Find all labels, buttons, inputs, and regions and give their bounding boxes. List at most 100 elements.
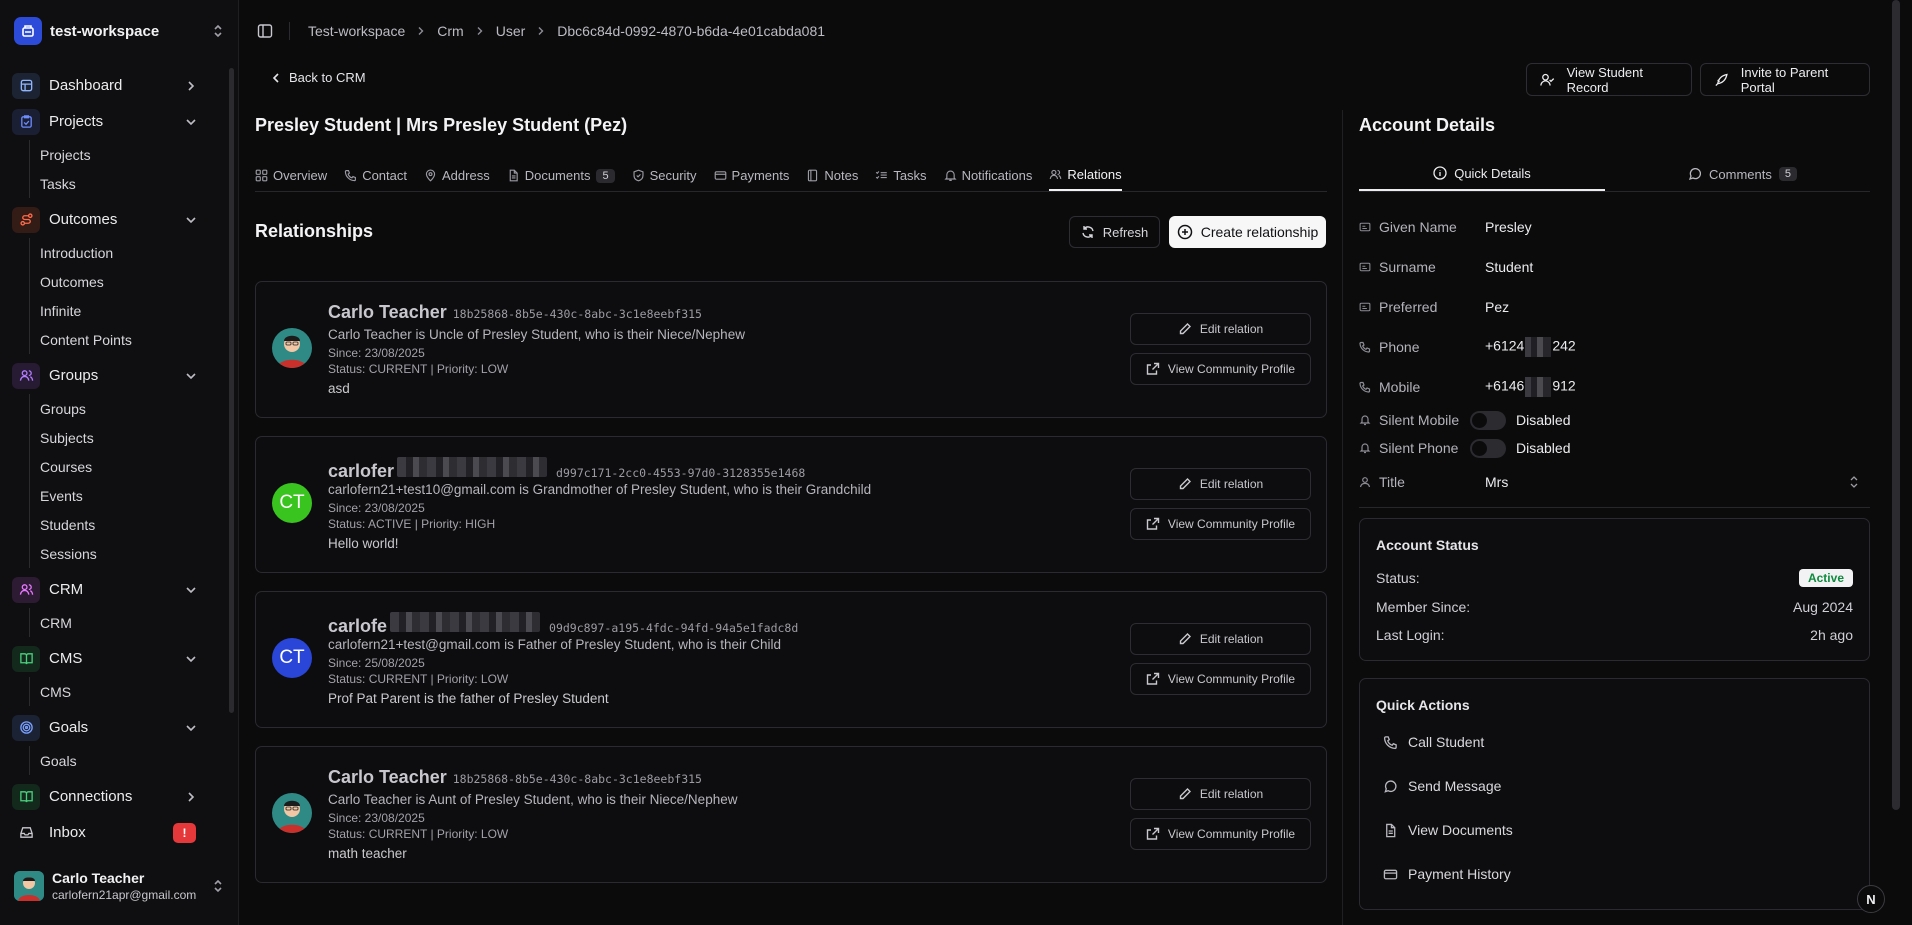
sidebar-item-crm[interactable]: CRM (12, 575, 212, 604)
title-select[interactable]: Mrs (1485, 474, 1859, 490)
mobile-label: Mobile (1379, 379, 1421, 395)
page-scrollbar[interactable] (1892, 0, 1900, 810)
sidebar-subitem-sessions[interactable]: Sessions (40, 539, 212, 568)
avatar[interactable]: CT (272, 638, 312, 678)
sidebar-subitem-projects[interactable]: Projects (40, 140, 212, 169)
quick-action-call-student[interactable]: Call Student (1383, 734, 1484, 750)
tab-notifications[interactable]: Notifications (943, 160, 1032, 191)
view-community-profile-button[interactable]: View Community Profile (1130, 818, 1311, 850)
pencil-icon (1179, 323, 1191, 335)
sidebar-subitem-subjects[interactable]: Subjects (40, 423, 212, 452)
relation-since: Since: 23/08/2025 (328, 501, 425, 515)
edit-relation-button[interactable]: Edit relation (1130, 778, 1311, 810)
sidebar-subitem-goals[interactable]: Goals (40, 746, 212, 775)
quick-action-payment-history[interactable]: Payment History (1383, 866, 1511, 882)
quick-actions-title: Quick Actions (1376, 697, 1470, 713)
sidebar-item-label: Outcomes (49, 211, 118, 228)
silent-mobile-toggle[interactable] (1470, 410, 1506, 430)
sidebar-subitem-introduction[interactable]: Introduction (40, 238, 212, 267)
tab-notes[interactable]: Notes (806, 160, 858, 191)
chevron-right-icon[interactable] (184, 790, 198, 804)
dashboard-icon (20, 79, 32, 92)
clipboard-check-icon-wrap (12, 108, 40, 135)
sidebar-subitem-infinite[interactable]: Infinite (40, 296, 212, 325)
edit-relation-button[interactable]: Edit relation (1130, 313, 1311, 345)
avatar[interactable] (272, 328, 312, 368)
sidebar-item-connections[interactable]: Connections (12, 782, 212, 811)
field-label: Given Name (1379, 219, 1457, 235)
quick-action-send-message[interactable]: Send Message (1383, 778, 1501, 794)
breadcrumb-item[interactable]: User (496, 23, 526, 39)
member-since-value: Aug 2024 (1793, 599, 1853, 615)
sidebar-subitem-crm[interactable]: CRM (40, 608, 212, 637)
sidebar-item-cms[interactable]: CMS (12, 644, 212, 673)
chevron-left-icon (272, 72, 279, 83)
view-student-record-button[interactable]: View Student Record (1526, 63, 1692, 96)
tab-quick-details[interactable]: Quick Details (1359, 157, 1605, 191)
sidebar-subitem-groups[interactable]: Groups (40, 394, 212, 423)
chevron-down-icon[interactable] (184, 652, 198, 666)
breadcrumb-item[interactable]: Crm (437, 23, 463, 39)
user-menu[interactable]: Carlo Teacher carlofern21apr@gmail.com (14, 868, 224, 904)
view-community-profile-button[interactable]: View Community Profile (1130, 663, 1311, 695)
tab-payments[interactable]: Payments (714, 160, 789, 191)
sidebar-toggle-icon[interactable] (257, 23, 273, 39)
sidebar-item-outcomes[interactable]: Outcomes (12, 205, 212, 234)
sidebar-item-inbox[interactable]: Inbox! (12, 818, 212, 847)
sidebar-item-groups[interactable]: Groups (12, 361, 212, 390)
sidebar-subitem-outcomes[interactable]: Outcomes (40, 267, 212, 296)
view-community-profile-button[interactable]: View Community Profile (1130, 353, 1311, 385)
back-to-crm-link[interactable]: Back to CRM (269, 70, 366, 85)
tab-label: Overview (273, 168, 328, 183)
status-label: Status: (1376, 570, 1420, 586)
sidebar-subitem-courses[interactable]: Courses (40, 452, 212, 481)
avatar[interactable]: CT (272, 483, 312, 523)
tab-tasks[interactable]: Tasks (875, 160, 927, 191)
create-relationship-button[interactable]: Create relationship (1169, 216, 1326, 248)
bell-icon (1359, 443, 1371, 454)
sidebar-item-dashboard[interactable]: Dashboard (12, 71, 212, 100)
edit-relation-button[interactable]: Edit relation (1130, 468, 1311, 500)
tab-comments[interactable]: Comments 5 (1615, 157, 1870, 191)
tab-documents[interactable]: Documents 5 (507, 160, 615, 191)
sidebar-item-projects[interactable]: Projects (12, 107, 212, 136)
clipboard-check-icon (20, 115, 32, 128)
chevron-down-icon[interactable] (184, 115, 198, 129)
view-community-profile-button[interactable]: View Community Profile (1130, 508, 1311, 540)
chevron-right-icon[interactable] (184, 79, 198, 93)
chevron-down-icon[interactable] (184, 721, 198, 735)
sidebar-item-goals[interactable]: Goals (12, 713, 212, 742)
breadcrumb-item[interactable]: Test-workspace (308, 23, 405, 39)
sidebar-subitem-tasks[interactable]: Tasks (40, 169, 212, 198)
n-badge[interactable]: N (1857, 885, 1885, 913)
silent-phone-toggle[interactable] (1470, 438, 1506, 458)
tab-security[interactable]: Security (632, 160, 697, 191)
sidebar-subitem-events[interactable]: Events (40, 481, 212, 510)
sidebar-scrollbar[interactable] (229, 68, 234, 713)
refresh-button[interactable]: Refresh (1069, 216, 1160, 248)
create-relationship-label: Create relationship (1200, 224, 1319, 240)
workspace-switcher[interactable]: test-workspace (14, 16, 224, 46)
chevron-down-icon[interactable] (184, 213, 198, 227)
avatar[interactable] (272, 793, 312, 833)
sidebar-subitem-content-points[interactable]: Content Points (40, 325, 212, 354)
sidebar-subitem-students[interactable]: Students (40, 510, 212, 539)
user-name: Carlo Teacher (52, 870, 145, 886)
chevrons-updown-icon (212, 879, 224, 893)
tab-contact[interactable]: Contact (344, 160, 407, 191)
tab-label: Security (649, 168, 697, 183)
user-icon (1359, 477, 1371, 488)
quick-action-view-documents[interactable]: View Documents (1383, 822, 1513, 838)
inbox-icon-wrap (12, 820, 40, 846)
tab-address[interactable]: Address (424, 160, 490, 191)
sidebar-subitem-cms[interactable]: CMS (40, 677, 212, 706)
chevron-down-icon[interactable] (184, 583, 198, 597)
phone-suffix: 242 (1552, 337, 1576, 354)
chevron-down-icon[interactable] (184, 369, 198, 383)
message-icon (1688, 167, 1702, 181)
tab-overview[interactable]: Overview (255, 160, 327, 191)
tab-label: Notes (824, 168, 859, 183)
edit-relation-button[interactable]: Edit relation (1130, 623, 1311, 655)
invite-parent-portal-button[interactable]: Invite to Parent Portal (1700, 63, 1870, 96)
tab-relations[interactable]: Relations (1049, 160, 1122, 191)
